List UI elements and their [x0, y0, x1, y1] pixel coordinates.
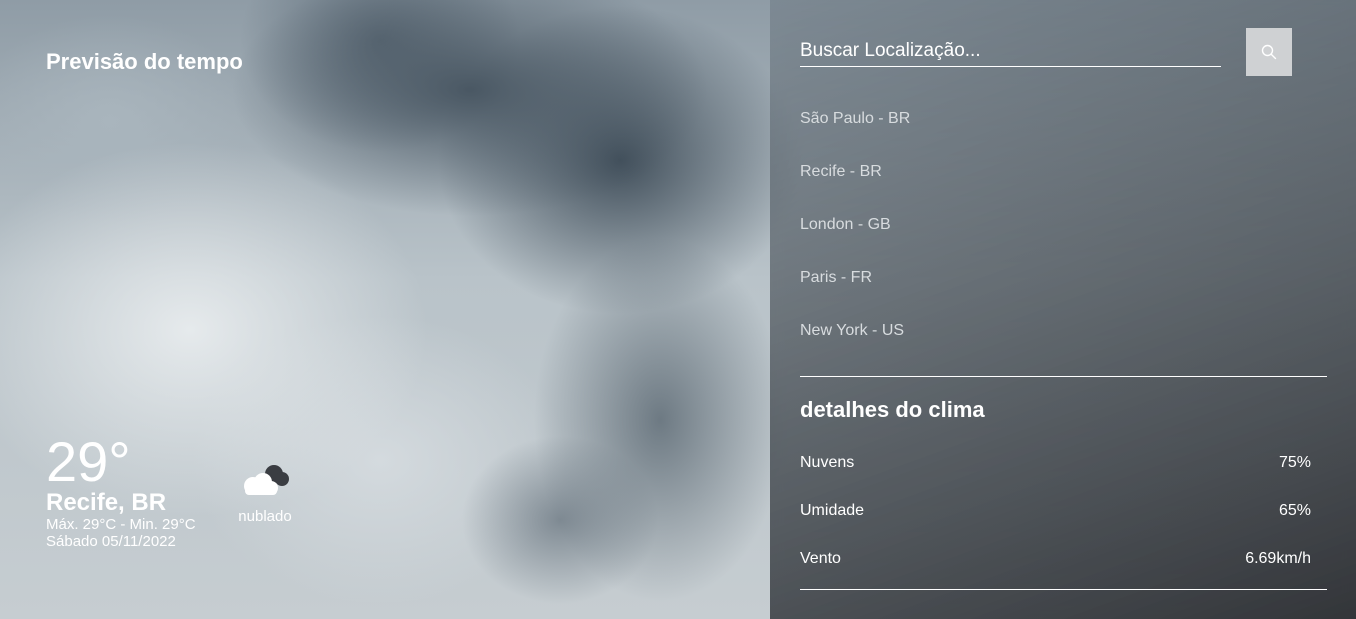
- search-bar: [800, 28, 1292, 76]
- current-location: Recife, BR: [46, 489, 167, 516]
- cloudy-icon: [244, 465, 289, 495]
- detail-row-wind: Vento 6.69km/h: [800, 550, 1311, 568]
- condition-label: nublado: [238, 508, 292, 525]
- detail-value: 6.69km/h: [1245, 550, 1311, 567]
- detail-value: 75%: [1278, 454, 1311, 471]
- detail-value: 65%: [1278, 502, 1311, 519]
- divider-top: [800, 376, 1327, 377]
- detail-row-clouds: Nuvens 75%: [800, 454, 1311, 472]
- location-item-paris[interactable]: Paris - FR: [800, 267, 910, 320]
- location-item-london[interactable]: London - GB: [800, 214, 910, 267]
- current-temperature: 29°: [46, 430, 131, 493]
- app-title: Previsão do tempo: [46, 49, 243, 74]
- location-item-sao-paulo[interactable]: São Paulo - BR: [800, 108, 910, 161]
- details-title: detalhes do clima: [800, 397, 985, 422]
- location-item-new-york[interactable]: New York - US: [800, 320, 910, 373]
- detail-label: Nuvens: [800, 454, 855, 471]
- search-input[interactable]: [800, 36, 1221, 67]
- divider-bottom: [800, 589, 1327, 590]
- current-date: Sábado 05/11/2022: [46, 533, 176, 550]
- search-icon: [1261, 44, 1277, 60]
- detail-label: Umidade: [800, 502, 865, 519]
- location-item-recife[interactable]: Recife - BR: [800, 161, 910, 214]
- weather-app: Previsão do tempo 29° Recife, BR Máx. 29…: [0, 0, 1356, 619]
- weather-condition: nublado: [230, 462, 300, 525]
- min-max-temperature: Máx. 29°C - Min. 29°C: [46, 516, 196, 533]
- location-list: São Paulo - BR Recife - BR London - GB P…: [800, 108, 910, 373]
- detail-row-humidity: Umidade 65%: [800, 502, 1311, 520]
- side-panel: São Paulo - BR Recife - BR London - GB P…: [770, 0, 1356, 619]
- current-weather-info: 29° Recife, BR Máx. 29°C - Min. 29°C Sáb…: [46, 430, 196, 551]
- search-button[interactable]: [1246, 28, 1292, 76]
- current-weather: 29° Recife, BR Máx. 29°C - Min. 29°C Sáb…: [46, 430, 196, 551]
- detail-label: Vento: [800, 550, 841, 567]
